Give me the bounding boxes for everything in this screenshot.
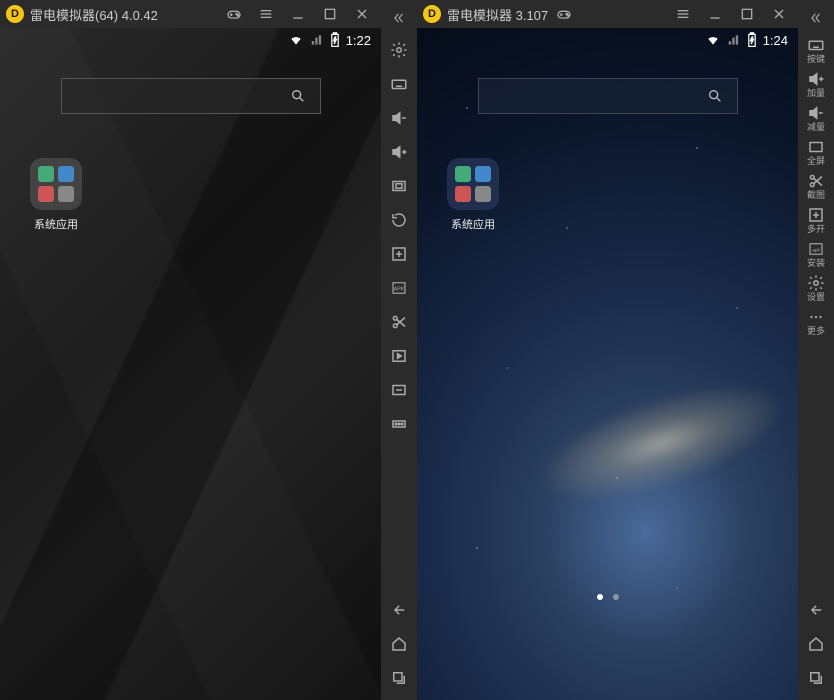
volume-down-icon[interactable]: 减量	[800, 102, 832, 134]
window-title: 雷电模拟器(64) 4.0.42	[30, 5, 158, 24]
folder-label: 系统应用	[451, 216, 495, 232]
menu-icon[interactable]	[670, 1, 696, 27]
maximize-button[interactable]	[317, 1, 343, 27]
search-input[interactable]	[478, 78, 738, 114]
volume-up-icon[interactable]	[383, 136, 415, 168]
battery-icon	[330, 32, 340, 48]
maximize-button[interactable]	[734, 1, 760, 27]
logo-icon: D	[423, 5, 441, 23]
collapse-sidebar-button[interactable]	[806, 4, 826, 32]
more-icon[interactable]: 更多	[800, 306, 832, 338]
scissors-icon[interactable]: 截图	[800, 170, 832, 202]
search-input[interactable]	[61, 78, 321, 114]
fullscreen-icon[interactable]: 全屏	[800, 136, 832, 168]
rotate-icon[interactable]	[383, 204, 415, 236]
more-icon[interactable]	[383, 408, 415, 440]
add-icon[interactable]	[383, 238, 415, 270]
sidebar-right: 按键 加量 减量 全屏 截图 多开 apk安装 设置 更多	[798, 0, 834, 700]
battery-icon	[747, 32, 757, 48]
sidebar-left: APK	[381, 0, 417, 700]
close-button[interactable]	[349, 1, 375, 27]
system-apps-folder[interactable]: 系统应用	[447, 158, 499, 232]
fullscreen-icon[interactable]	[383, 170, 415, 202]
window-title: 雷电模拟器 3.107	[447, 5, 548, 24]
play-icon[interactable]	[383, 340, 415, 372]
status-bar: 1:22	[0, 28, 381, 52]
minimize-button[interactable]	[702, 1, 728, 27]
search-icon	[290, 88, 306, 104]
minimize-button[interactable]	[285, 1, 311, 27]
wifi-icon	[705, 33, 721, 47]
apk-icon[interactable]: apk安装	[800, 238, 832, 270]
search-icon	[707, 88, 723, 104]
collapse-sidebar-button[interactable]	[389, 4, 409, 32]
close-button[interactable]	[766, 1, 792, 27]
gamepad-icon[interactable]	[554, 6, 574, 22]
scissors-icon[interactable]	[383, 306, 415, 338]
keyboard-icon[interactable]: 按键	[800, 34, 832, 66]
status-bar: 1:24	[417, 28, 798, 52]
logo-icon: D	[6, 5, 24, 23]
clock: 1:24	[763, 33, 788, 48]
nav-recent-button[interactable]	[800, 662, 832, 694]
nav-home-button[interactable]	[800, 628, 832, 660]
clock: 1:22	[346, 33, 371, 48]
nav-back-button[interactable]	[800, 594, 832, 626]
device-screen-right[interactable]: 1:24 系统应用	[417, 28, 798, 700]
emulator-window-left: D 雷电模拟器(64) 4.0.42 1:22	[0, 0, 417, 700]
system-apps-folder[interactable]: 系统应用	[30, 158, 82, 232]
signal-icon	[727, 33, 741, 47]
menu-icon[interactable]	[253, 1, 279, 27]
svg-text:APK: APK	[394, 286, 405, 292]
folder-icon	[30, 158, 82, 210]
folder-label: 系统应用	[34, 216, 78, 232]
multi-icon[interactable]: 多开	[800, 204, 832, 236]
settings-icon[interactable]	[383, 34, 415, 66]
wallpaper	[0, 28, 381, 700]
nav-home-button[interactable]	[383, 628, 415, 660]
volume-up-icon[interactable]: 加量	[800, 68, 832, 100]
volume-down-icon[interactable]	[383, 102, 415, 134]
wifi-icon	[288, 33, 304, 47]
page-dot-active	[597, 594, 603, 600]
keyboard-icon[interactable]	[383, 68, 415, 100]
page-dot	[613, 594, 619, 600]
page-indicator	[597, 594, 619, 600]
settings-icon[interactable]: 设置	[800, 272, 832, 304]
record-icon[interactable]	[383, 374, 415, 406]
folder-icon	[447, 158, 499, 210]
device-screen-left[interactable]: 1:22 系统应用	[0, 28, 381, 700]
nav-recent-button[interactable]	[383, 662, 415, 694]
gamepad-icon[interactable]	[221, 1, 247, 27]
titlebar-left: D 雷电模拟器(64) 4.0.42	[0, 0, 381, 28]
emulator-window-right: D 雷电模拟器 3.107 1:24	[417, 0, 834, 700]
signal-icon	[310, 33, 324, 47]
apk-icon[interactable]: APK	[383, 272, 415, 304]
nav-back-button[interactable]	[383, 594, 415, 626]
titlebar-right: D 雷电模拟器 3.107	[417, 0, 798, 28]
svg-text:apk: apk	[812, 247, 820, 253]
